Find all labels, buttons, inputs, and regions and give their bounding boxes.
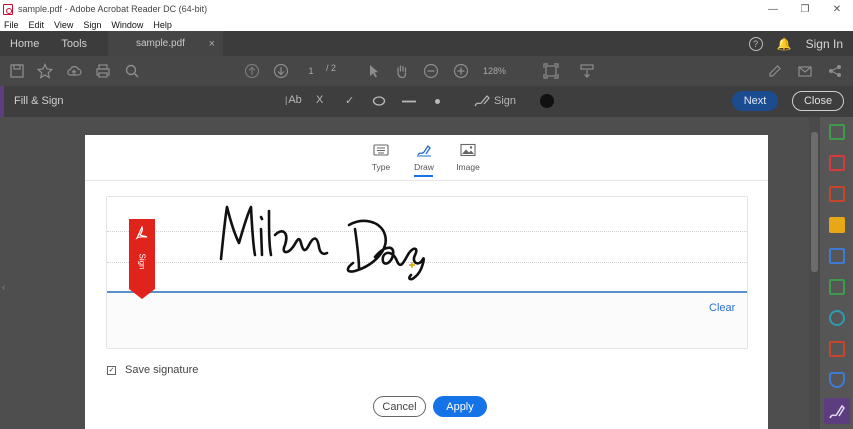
dialog-divider	[85, 180, 768, 181]
previous-page-icon[interactable]	[243, 62, 261, 80]
create-pdf-icon[interactable]	[829, 155, 845, 171]
save-signature-label: Save signature	[125, 364, 199, 376]
protect-icon[interactable]	[829, 372, 845, 388]
image-icon	[460, 143, 476, 157]
menu-sign[interactable]: Sign	[83, 20, 101, 30]
print-icon[interactable]	[94, 62, 112, 80]
page-fit-icon[interactable]	[542, 62, 560, 80]
save-icon[interactable]	[8, 62, 26, 80]
menu-help[interactable]: Help	[153, 20, 172, 30]
cross-tool[interactable]: X	[316, 94, 323, 106]
circle-tool-icon[interactable]	[372, 96, 386, 106]
minimize-button[interactable]: —	[757, 0, 789, 18]
sign-in-button[interactable]: Sign In	[806, 37, 843, 51]
next-page-icon[interactable]	[272, 62, 290, 80]
sign-flag-label: Sign	[137, 253, 147, 270]
right-tools-pane	[820, 117, 853, 429]
clear-link[interactable]: Clear	[709, 302, 735, 314]
document-scrollbar[interactable]	[809, 117, 820, 429]
page-total: / 2	[326, 63, 337, 73]
tab-image-label: Image	[456, 162, 480, 172]
cancel-button[interactable]: Cancel	[373, 396, 426, 417]
scrollbar-thumb[interactable]	[811, 132, 818, 272]
menu-edit[interactable]: Edit	[29, 20, 45, 30]
zoom-out-icon[interactable]	[422, 62, 440, 80]
export-pdf-icon[interactable]	[829, 124, 845, 140]
upload-cloud-icon[interactable]	[65, 62, 83, 80]
request-signature-icon[interactable]	[829, 341, 845, 357]
window-title: sample.pdf - Adobe Acrobat Reader DC (64…	[18, 4, 208, 14]
pen-icon	[417, 144, 431, 157]
fill-sign-title: Fill & Sign	[14, 95, 64, 107]
title-bar: sample.pdf - Adobe Acrobat Reader DC (64…	[0, 0, 853, 18]
restore-button[interactable]: ❐	[789, 0, 821, 18]
share-icon[interactable]	[826, 62, 844, 80]
tab-home[interactable]: Home	[10, 38, 39, 50]
check-tool[interactable]: ✓	[345, 94, 354, 107]
menu-view[interactable]: View	[54, 20, 73, 30]
text-tool-label: Ab	[288, 94, 302, 106]
keyboard-icon	[373, 144, 389, 156]
organize-pages-icon[interactable]	[829, 279, 845, 295]
close-tab-icon[interactable]: ×	[209, 38, 215, 50]
color-picker-icon[interactable]	[540, 94, 554, 108]
document-tab-label: sample.pdf	[136, 38, 185, 49]
next-button[interactable]: Next	[732, 91, 778, 111]
tab-draw-label: Draw	[414, 162, 434, 172]
fill-sign-accent	[0, 86, 4, 117]
scroll-mode-icon[interactable]	[578, 62, 596, 80]
page-number-input[interactable]: 1	[298, 63, 324, 78]
left-panel-toggle-icon[interactable]: ‹	[2, 282, 5, 292]
acrobat-logo-icon	[135, 225, 148, 240]
edit-signature-icon[interactable]	[766, 62, 784, 80]
save-signature-checkbox[interactable]: ✓	[107, 365, 116, 375]
zoom-level-select[interactable]: 128%	[483, 63, 527, 78]
dot-tool-icon[interactable]	[435, 99, 440, 104]
email-icon[interactable]	[796, 62, 814, 80]
edit-pdf-icon[interactable]	[829, 186, 845, 202]
tab-type-label: Type	[371, 162, 391, 172]
menu-bar: File Edit View Sign Window Help	[0, 18, 853, 31]
select-cursor-icon[interactable]	[365, 62, 383, 80]
signature-dialog: Type Draw Image Clear Sign ✓ Save signat…	[85, 135, 768, 429]
hand-tool-icon[interactable]	[393, 62, 411, 80]
bookmark-star-icon[interactable]	[36, 62, 54, 80]
tab-bar: Home Tools sample.pdf × ? 🔔 Sign In	[0, 31, 853, 56]
zoom-in-icon[interactable]	[452, 62, 470, 80]
scan-ocr-icon[interactable]	[829, 310, 845, 326]
search-icon[interactable]	[123, 62, 141, 80]
tab-image[interactable]: Image	[448, 143, 488, 179]
menu-window[interactable]: Window	[111, 20, 143, 30]
help-icon[interactable]: ?	[748, 36, 763, 51]
acrobat-app-icon	[3, 3, 13, 15]
close-fill-sign-button[interactable]: Close	[792, 91, 844, 111]
dot-shape	[435, 99, 440, 104]
sign-here-flag: Sign	[129, 219, 155, 299]
drawn-signature	[219, 205, 426, 281]
main-toolbar: 1 / 2 128%	[0, 56, 853, 86]
sign-tool[interactable]: Sign	[473, 94, 516, 108]
add-text-tool[interactable]: | Ab	[285, 94, 302, 106]
tab-bar-right: ? 🔔 Sign In	[748, 31, 843, 56]
menu-file[interactable]: File	[4, 20, 19, 30]
active-tab-indicator	[414, 175, 433, 177]
text-tool-icon: |	[285, 95, 288, 105]
tab-type[interactable]: Type	[361, 143, 401, 179]
apply-button[interactable]: Apply	[433, 396, 487, 417]
sign-tool-label: Sign	[494, 95, 517, 107]
line-tool-icon[interactable]	[402, 100, 416, 103]
comment-icon[interactable]	[829, 217, 845, 233]
sign-pen-icon	[474, 95, 490, 107]
close-window-button[interactable]: ✕	[821, 0, 853, 18]
window-controls: — ❐ ✕	[757, 0, 853, 18]
fill-sign-toolbar: Fill & Sign | Ab X ✓ Sign	[0, 86, 853, 117]
color-swatch	[540, 94, 554, 108]
tab-draw[interactable]: Draw	[404, 143, 444, 179]
save-signature-row[interactable]: ✓ Save signature	[107, 364, 198, 376]
notification-bell-icon[interactable]: 🔔	[777, 37, 792, 51]
tab-document[interactable]: sample.pdf ×	[108, 31, 223, 56]
tab-tools[interactable]: Tools	[61, 38, 87, 50]
fill-sign-rail-icon[interactable]	[824, 398, 850, 424]
combine-files-icon[interactable]	[829, 248, 845, 264]
